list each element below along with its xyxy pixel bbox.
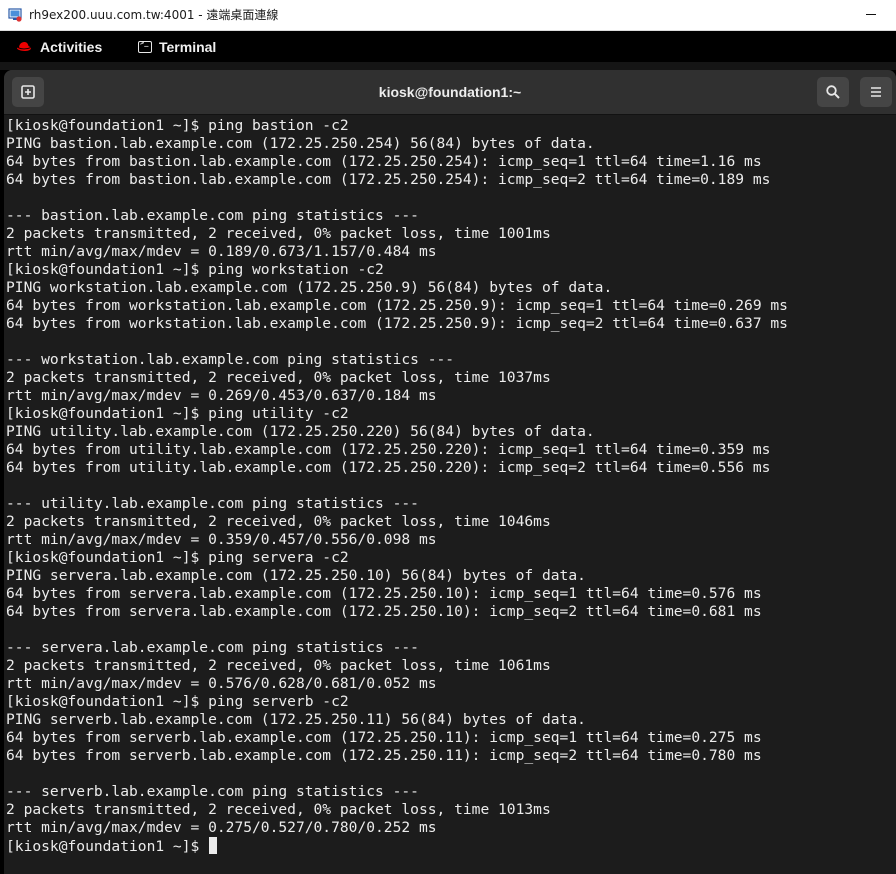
terminal-line: --- utility.lab.example.com ping statist… xyxy=(6,495,419,512)
terminal-line: 2 packets transmitted, 2 received, 0% pa… xyxy=(6,801,551,818)
terminal-window: kiosk@foundation1:~ [kiosk@foundation1 ~… xyxy=(4,70,896,874)
search-icon xyxy=(826,85,840,99)
terminal-line: --- workstation.lab.example.com ping sta… xyxy=(6,351,455,368)
terminal-line: 2 packets transmitted, 2 received, 0% pa… xyxy=(6,657,551,674)
terminal-app-icon xyxy=(138,39,152,53)
terminal-line: PING utility.lab.example.com (172.25.250… xyxy=(6,423,595,440)
terminal-line: 64 bytes from bastion.lab.example.com (1… xyxy=(6,153,762,170)
activities-button[interactable]: Activities xyxy=(16,31,102,62)
terminal-line: PING serverb.lab.example.com (172.25.250… xyxy=(6,711,586,728)
terminal-line: [kiosk@foundation1 ~]$ ping workstation … xyxy=(6,261,384,278)
terminal-line: 2 packets transmitted, 2 received, 0% pa… xyxy=(6,369,551,386)
terminal-line: rtt min/avg/max/mdev = 0.275/0.527/0.780… xyxy=(6,819,437,836)
shell-prompt: [kiosk@foundation1 ~]$ xyxy=(6,838,209,855)
terminal-line: [kiosk@foundation1 ~]$ ping utility -c2 xyxy=(6,405,349,422)
terminal-line: 64 bytes from serverb.lab.example.com (1… xyxy=(6,747,762,764)
minimize-button[interactable] xyxy=(866,14,876,15)
terminal-line: rtt min/avg/max/mdev = 0.269/0.453/0.637… xyxy=(6,387,437,404)
terminal-line: --- serverb.lab.example.com ping statist… xyxy=(6,783,419,800)
terminal-line: 64 bytes from workstation.lab.example.co… xyxy=(6,315,788,332)
terminal-line: 64 bytes from utility.lab.example.com (1… xyxy=(6,459,771,476)
search-button[interactable] xyxy=(817,77,849,107)
activities-label: Activities xyxy=(40,38,103,55)
desktop-background xyxy=(0,62,896,70)
terminal-line: --- servera.lab.example.com ping statist… xyxy=(6,639,419,656)
terminal-headerbar: kiosk@foundation1:~ xyxy=(4,70,896,115)
terminal-line: [kiosk@foundation1 ~]$ ping bastion -c2 xyxy=(6,117,349,134)
hamburger-menu-icon xyxy=(871,87,881,97)
terminal-line: 64 bytes from servera.lab.example.com (1… xyxy=(6,585,762,602)
terminal-output[interactable]: [kiosk@foundation1 ~]$ ping bastion -c2 P… xyxy=(6,117,892,874)
terminal-line: [kiosk@foundation1 ~]$ ping servera -c2 xyxy=(6,549,349,566)
terminal-line: 64 bytes from utility.lab.example.com (1… xyxy=(6,441,771,458)
app-menu-terminal[interactable]: Terminal xyxy=(138,31,216,62)
terminal-line: PING workstation.lab.example.com (172.25… xyxy=(6,279,613,296)
terminal-line: rtt min/avg/max/mdev = 0.189/0.673/1.157… xyxy=(6,243,437,260)
terminal-line: PING servera.lab.example.com (172.25.250… xyxy=(6,567,586,584)
terminal-line: 64 bytes from bastion.lab.example.com (1… xyxy=(6,171,771,188)
terminal-line: 64 bytes from workstation.lab.example.co… xyxy=(6,297,788,314)
text-cursor xyxy=(209,837,218,854)
terminal-line: --- bastion.lab.example.com ping statist… xyxy=(6,207,419,224)
terminal-line: 64 bytes from servera.lab.example.com (1… xyxy=(6,603,762,620)
app-menu-label: Terminal xyxy=(159,38,217,55)
rdp-titlebar: rh9ex200.uuu.com.tw:4001 - 遠端桌面連線 xyxy=(0,0,896,31)
remote-desktop-icon xyxy=(8,8,22,22)
terminal-line: PING bastion.lab.example.com (172.25.250… xyxy=(6,135,595,152)
main-menu-button[interactable] xyxy=(860,77,892,107)
redhat-logo-icon xyxy=(17,42,32,51)
terminal-line: 2 packets transmitted, 2 received, 0% pa… xyxy=(6,513,551,530)
terminal-line: 2 packets transmitted, 2 received, 0% pa… xyxy=(6,225,551,242)
gnome-top-bar: Activities Terminal xyxy=(0,31,896,62)
rdp-window-title: rh9ex200.uuu.com.tw:4001 - 遠端桌面連線 xyxy=(29,8,279,22)
terminal-line: rtt min/avg/max/mdev = 0.576/0.628/0.681… xyxy=(6,675,437,692)
terminal-line: [kiosk@foundation1 ~]$ ping serverb -c2 xyxy=(6,693,349,710)
terminal-line: rtt min/avg/max/mdev = 0.359/0.457/0.556… xyxy=(6,531,437,548)
terminal-line: 64 bytes from serverb.lab.example.com (1… xyxy=(6,729,762,746)
terminal-window-title: kiosk@foundation1:~ xyxy=(378,84,522,100)
terminal-prompt-line: [kiosk@foundation1 ~]$ xyxy=(6,837,892,855)
